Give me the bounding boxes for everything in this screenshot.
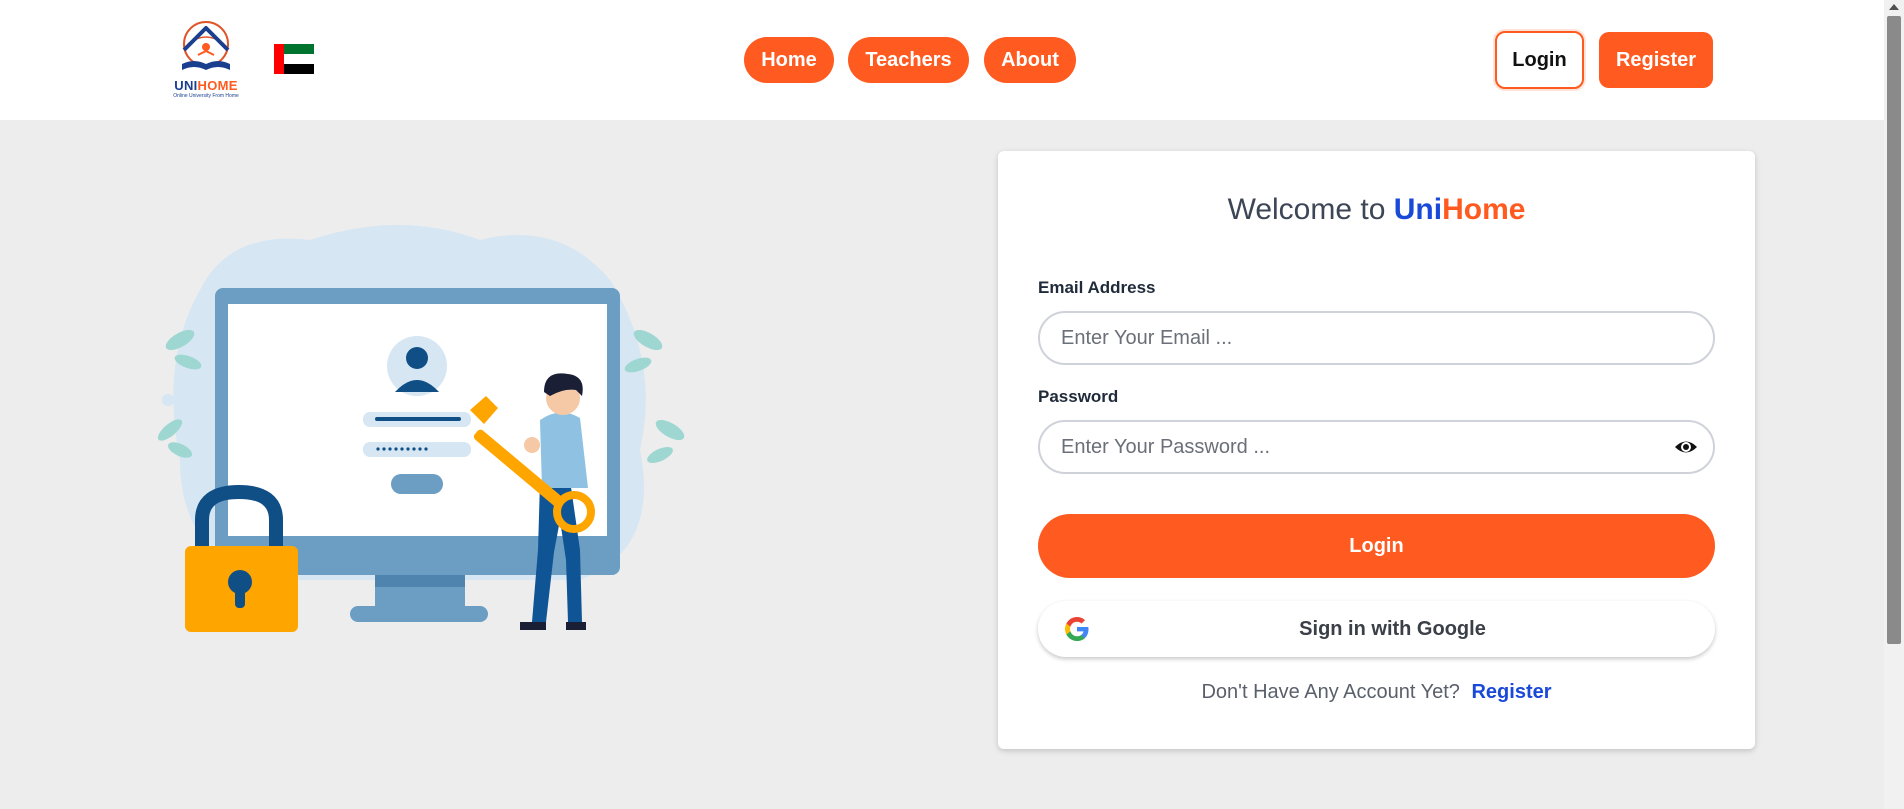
scroll-thumb[interactable] [1887,16,1901,644]
email-field[interactable] [1038,311,1715,365]
unihome-logo[interactable]: UNIHOME Online University From Home [168,20,244,100]
nav-about-button[interactable]: About [984,37,1076,83]
nav-teachers-button[interactable]: Teachers [848,37,969,83]
login-submit-button[interactable]: Login [1038,514,1715,578]
password-field[interactable] [1038,420,1715,474]
nav-home-button[interactable]: Home [744,37,834,83]
login-illustration [157,225,685,632]
email-label: Email Address [1038,278,1156,297]
no-account-text: Don't Have Any Account Yet? [1201,681,1460,703]
register-prompt: Don't Have Any Account Yet? Register [998,681,1755,704]
header-register-button[interactable]: Register [1599,32,1713,88]
show-password-eye-icon[interactable] [1674,438,1698,456]
google-signin-button[interactable]: Sign in with Google [1038,601,1715,657]
password-label: Password [1038,387,1119,406]
header-login-button[interactable]: Login [1495,31,1584,89]
logo-tagline: Online University From Home [173,93,239,99]
logo-wordmark: UNIHOME [174,78,238,93]
register-link[interactable]: Register [1471,681,1551,703]
welcome-heading: Welcome to UniHome [1227,193,1526,226]
google-signin-label: Sign in with Google [1299,617,1486,640]
login-card: Welcome to UniHome Email Address Passwor… [998,151,1755,749]
top-navbar: UNIHOME Online University From Home Home… [0,0,1884,120]
uae-flag-icon[interactable] [274,44,314,74]
logo-emblem-icon [182,21,230,70]
page-scrollbar[interactable] [1884,0,1904,809]
scroll-up-arrow-icon[interactable] [1889,4,1899,10]
